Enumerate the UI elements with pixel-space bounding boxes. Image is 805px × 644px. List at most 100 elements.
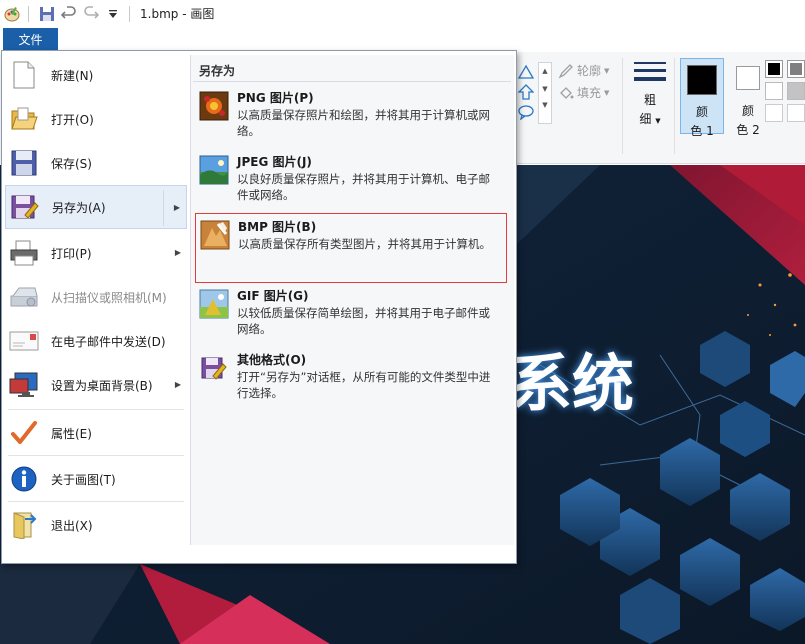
menu-item-scanner-label: 从扫描仪或照相机(M): [51, 290, 167, 305]
size-line-2: [634, 69, 666, 72]
menu-item-save[interactable]: 保存(S): [5, 141, 187, 185]
scroll-up-icon[interactable]: ▲: [539, 67, 551, 75]
color-2-label-1: 颜: [741, 104, 754, 118]
outline-label: 轮廓: [577, 64, 602, 78]
menu-item-new[interactable]: 新建(N): [5, 53, 187, 97]
file-tab[interactable]: 文件: [3, 28, 58, 50]
other-formats-icon: [199, 353, 229, 383]
color-2-label-2: 色 2: [736, 123, 760, 137]
color-1-label-2: 色 1: [690, 124, 714, 138]
menu-item-email[interactable]: 在电子邮件中发送(D): [5, 319, 187, 363]
save-as-jpeg-desc: 以良好质量保存照片，并将其用于计算机、电子邮件或网络。: [237, 172, 490, 202]
size-label-1: 粗: [643, 93, 656, 107]
save-as-gif[interactable]: GIF 图片(G) 以较低质量保存简单绘图，并将其用于电子邮件或网络。: [195, 283, 507, 341]
png-picture-icon: [199, 91, 229, 121]
save-as-bmp-name: BMP 图片(B): [238, 220, 317, 234]
shape-triangle-icon[interactable]: [518, 64, 534, 80]
menu-item-about[interactable]: 关于画图(T): [5, 457, 187, 501]
save-as-png[interactable]: PNG 图片(P) 以高质量保存照片和绘图，并将其用于计算机或网络。: [195, 85, 507, 143]
menu-item-desktop-background-label: 设置为桌面背景(B): [51, 378, 153, 393]
save-as-other-formats-desc: 打开“另存为”对话框，从所有可能的文件类型中进行选择。: [237, 370, 491, 400]
menu-item-desktop-background[interactable]: 设置为桌面背景(B) ▶: [5, 363, 187, 407]
jpeg-picture-icon: [199, 155, 229, 185]
new-document-icon: [9, 60, 39, 90]
menu-item-exit-label: 退出(X): [51, 518, 93, 533]
paint-app-icon[interactable]: [2, 3, 22, 25]
color-1-button[interactable]: 颜 色 1: [680, 58, 724, 138]
title-separator: [28, 5, 29, 22]
menu-item-save-as[interactable]: 另存为(A) ▶: [5, 185, 187, 229]
printer-icon: [9, 238, 39, 268]
submenu-title: 另存为: [199, 64, 236, 78]
save-as-icon: [10, 192, 40, 222]
submenu-title-divider: [193, 81, 511, 82]
color-palette: [765, 60, 805, 124]
menu-item-save-label: 保存(S): [51, 156, 92, 171]
shape-callout-icon[interactable]: [518, 104, 534, 120]
ribbon-group-separator: [622, 58, 623, 154]
chevron-right-icon: ▶: [173, 203, 180, 212]
redo-icon[interactable]: [81, 3, 101, 25]
save-icon[interactable]: [37, 3, 57, 25]
size-label-2: 细 ▼: [639, 112, 661, 126]
save-as-split-line: [163, 190, 164, 226]
menu-separator-3: [8, 501, 184, 502]
checkmark-icon: [9, 418, 39, 448]
outline-button[interactable]: 轮廓 ▼: [558, 62, 609, 79]
bmp-picture-icon: [200, 220, 230, 250]
ribbon-group-separator-2: [674, 58, 675, 154]
palette-swatch-white[interactable]: [765, 82, 783, 100]
window-title: 1.bmp - 画图: [140, 7, 215, 21]
size-button[interactable]: 粗 细 ▼: [632, 60, 668, 130]
shape-arrow-up-icon[interactable]: [518, 84, 534, 100]
save-as-other-formats[interactable]: 其他格式(O) 打开“另存为”对话框，从所有可能的文件类型中进行选择。: [195, 347, 507, 405]
menu-separator: [8, 409, 184, 410]
palette-swatch-empty-1[interactable]: [765, 104, 783, 122]
menu-item-properties-label: 属性(E): [51, 426, 92, 441]
menu-item-scanner[interactable]: 从扫描仪或照相机(M): [5, 275, 187, 319]
save-as-png-desc: 以高质量保存照片和绘图，并将其用于计算机或网络。: [237, 108, 490, 138]
palette-swatch-black[interactable]: [765, 60, 783, 78]
menu-item-properties[interactable]: 属性(E): [5, 411, 187, 455]
file-menu-commands: 新建(N) 打开(O) 保存(S) 另存为(A) ▶ 打印(P) ▶ 从扫描仪或…: [2, 51, 189, 563]
scanner-icon: [9, 282, 39, 312]
save-as-gif-desc: 以较低质量保存简单绘图，并将其用于电子邮件或网络。: [237, 306, 490, 336]
undo-icon[interactable]: [59, 3, 79, 25]
save-as-jpeg[interactable]: JPEG 图片(J) 以良好质量保存照片，并将其用于计算机、电子邮件或网络。: [195, 149, 507, 207]
save-as-bmp[interactable]: BMP 图片(B) 以高质量保存所有类型图片，并将其用于计算机。: [195, 213, 507, 283]
ribbon-tab-strip: [0, 27, 805, 52]
save-disk-icon: [9, 148, 39, 178]
ribbon: ▲ ▼ ▼ 轮廓 ▼ 填充 ▼ 粗 细 ▼ 颜 色 1 颜 色 2: [516, 52, 805, 164]
customize-toolbar-icon[interactable]: [103, 3, 123, 25]
palette-swatch-light-gray[interactable]: [787, 82, 805, 100]
fill-button[interactable]: 填充 ▼: [558, 84, 609, 101]
menu-item-about-label: 关于画图(T): [51, 472, 116, 487]
menu-item-open[interactable]: 打开(O): [5, 97, 187, 141]
size-line-1: [634, 62, 666, 64]
menu-item-print-label: 打印(P): [51, 246, 92, 261]
title-separator-2: [129, 5, 130, 22]
shape-gallery-scroll[interactable]: ▲ ▼ ▼: [538, 62, 552, 124]
menu-item-exit[interactable]: 退出(X): [5, 503, 187, 547]
color-2-button[interactable]: 颜 色 2: [728, 58, 768, 137]
scroll-down-icon[interactable]: ▼: [539, 85, 551, 93]
palette-swatch-gray[interactable]: [787, 60, 805, 78]
title-bar: 1.bmp - 画图: [0, 0, 805, 27]
color-1-label-1: 颜: [695, 105, 708, 119]
desktop-icon: [9, 370, 39, 400]
canvas-text: 系统: [510, 347, 635, 420]
size-line-3: [634, 77, 666, 81]
save-as-bmp-desc: 以高质量保存所有类型图片，并将其用于计算机。: [238, 237, 491, 251]
info-icon: [9, 464, 39, 494]
menu-item-print[interactable]: 打印(P) ▶: [5, 231, 187, 275]
menu-item-new-label: 新建(N): [51, 68, 94, 83]
menu-item-email-label: 在电子邮件中发送(D): [51, 334, 166, 349]
menu-item-open-label: 打开(O): [51, 112, 94, 127]
email-icon: [9, 326, 39, 356]
palette-swatch-empty-2[interactable]: [787, 104, 805, 122]
chevron-right-icon-2: ▶: [174, 248, 181, 257]
open-folder-icon: [9, 104, 39, 134]
fill-bucket-icon: [560, 86, 574, 99]
menu-separator-2: [8, 455, 184, 456]
gallery-expand-icon[interactable]: ▼: [539, 101, 551, 109]
